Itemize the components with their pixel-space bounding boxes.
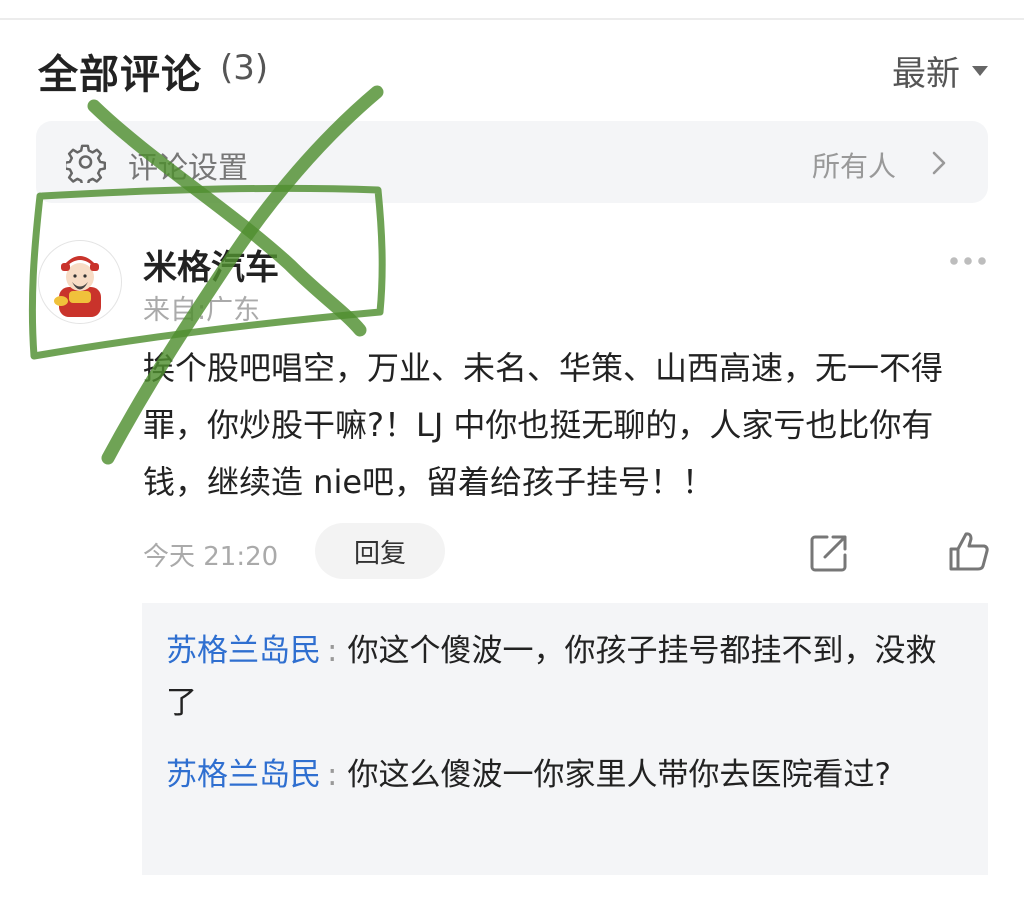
reply-text: 你这么傻波一你家里人带你去医院看过? (347, 757, 891, 793)
reply-separator: : (327, 633, 338, 669)
top-divider (0, 18, 1024, 20)
sort-dropdown[interactable]: 最新 (892, 46, 988, 95)
reply-author[interactable]: 苏格兰岛民 (166, 757, 321, 793)
comment-location: 来自:广东 (143, 295, 261, 326)
comments-title: 全部评论 (38, 52, 202, 98)
chevron-right-icon (932, 151, 946, 175)
reply-separator: : (327, 757, 338, 793)
share-icon[interactable] (807, 531, 851, 575)
reply-item: 苏格兰岛民: 你这个傻波一，你孩子挂号都挂不到，没救了 (166, 625, 956, 729)
comment-body: 挨个股吧唱空，万业、未名、华策、山西高速，无一不得罪，你炒股干嘛?！LJ 中你也… (143, 349, 944, 501)
avatar[interactable] (38, 240, 122, 324)
comment-author-name[interactable]: 米格汽车 (143, 240, 279, 289)
reply-item: 苏格兰岛民: 你这么傻波一你家里人带你去医院看过? (166, 749, 956, 801)
settings-value: 所有人 (811, 150, 896, 183)
thumbs-up-icon[interactable] (947, 529, 991, 573)
more-options-icon[interactable] (944, 250, 992, 272)
caret-down-icon (972, 65, 988, 76)
comments-count: (3) (220, 48, 269, 88)
settings-label: 评论设置 (128, 151, 248, 186)
reply-panel: 苏格兰岛民: 你这个傻波一，你孩子挂号都挂不到，没救了 苏格兰岛民: 你这么傻波一你… (142, 603, 988, 875)
reply-button[interactable]: 回复 (315, 523, 445, 579)
gear-icon (66, 144, 106, 183)
comment-settings-row[interactable]: 评论设置 所有人 (36, 121, 988, 203)
comment-timestamp: 今天 21:20 (143, 542, 279, 572)
reply-author[interactable]: 苏格兰岛民 (166, 633, 321, 669)
comment-meta-row: 今天 21:20 回复 (143, 523, 993, 583)
comments-header: 全部评论 (3) 最新 (38, 40, 988, 98)
sort-label: 最新 (892, 54, 960, 94)
fortune-god-avatar-icon (54, 256, 101, 317)
